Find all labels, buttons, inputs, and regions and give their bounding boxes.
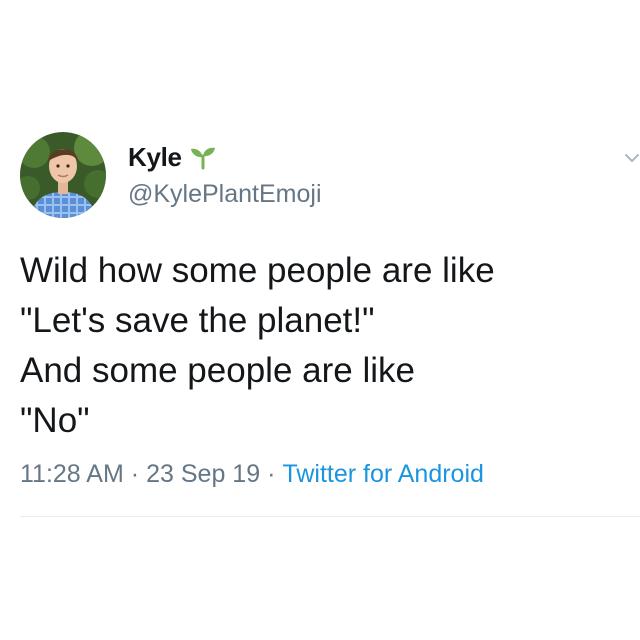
author-handle[interactable]: @KylePlantEmoji xyxy=(128,180,322,209)
tweet-text-line: "No" xyxy=(20,401,90,440)
author[interactable]: Kyle @KylePlantEmoji xyxy=(128,142,322,209)
tweet-text: Wild how some people are like "Let's sav… xyxy=(20,246,620,446)
avatar-image xyxy=(20,132,106,218)
tweet-time[interactable]: 11:28 AM xyxy=(20,460,124,488)
tweet-text-line: And some people are like xyxy=(20,351,415,390)
tweet-date[interactable]: 23 Sep 19 xyxy=(146,460,260,488)
chevron-down-icon[interactable] xyxy=(624,150,640,166)
seedling-icon xyxy=(190,144,216,175)
tweet-meta: 11:28 AM · 23 Sep 19 · Twitter for Android xyxy=(20,460,484,489)
tweet-text-line: "Let's save the planet!" xyxy=(20,301,375,340)
meta-separator: · xyxy=(267,460,276,488)
page: Kyle @KylePlantEmoji Wild how some peopl… xyxy=(0,0,640,640)
meta-separator: · xyxy=(130,460,140,488)
tweet-source-link[interactable]: Twitter for Android xyxy=(282,460,483,488)
name-row: Kyle xyxy=(128,142,322,172)
divider xyxy=(20,516,640,517)
display-name[interactable]: Kyle xyxy=(128,142,182,173)
tweet-text-line: Wild how some people are like xyxy=(20,251,495,290)
tweet: Kyle @KylePlantEmoji Wild how some peopl… xyxy=(0,0,640,640)
avatar[interactable] xyxy=(20,132,106,218)
